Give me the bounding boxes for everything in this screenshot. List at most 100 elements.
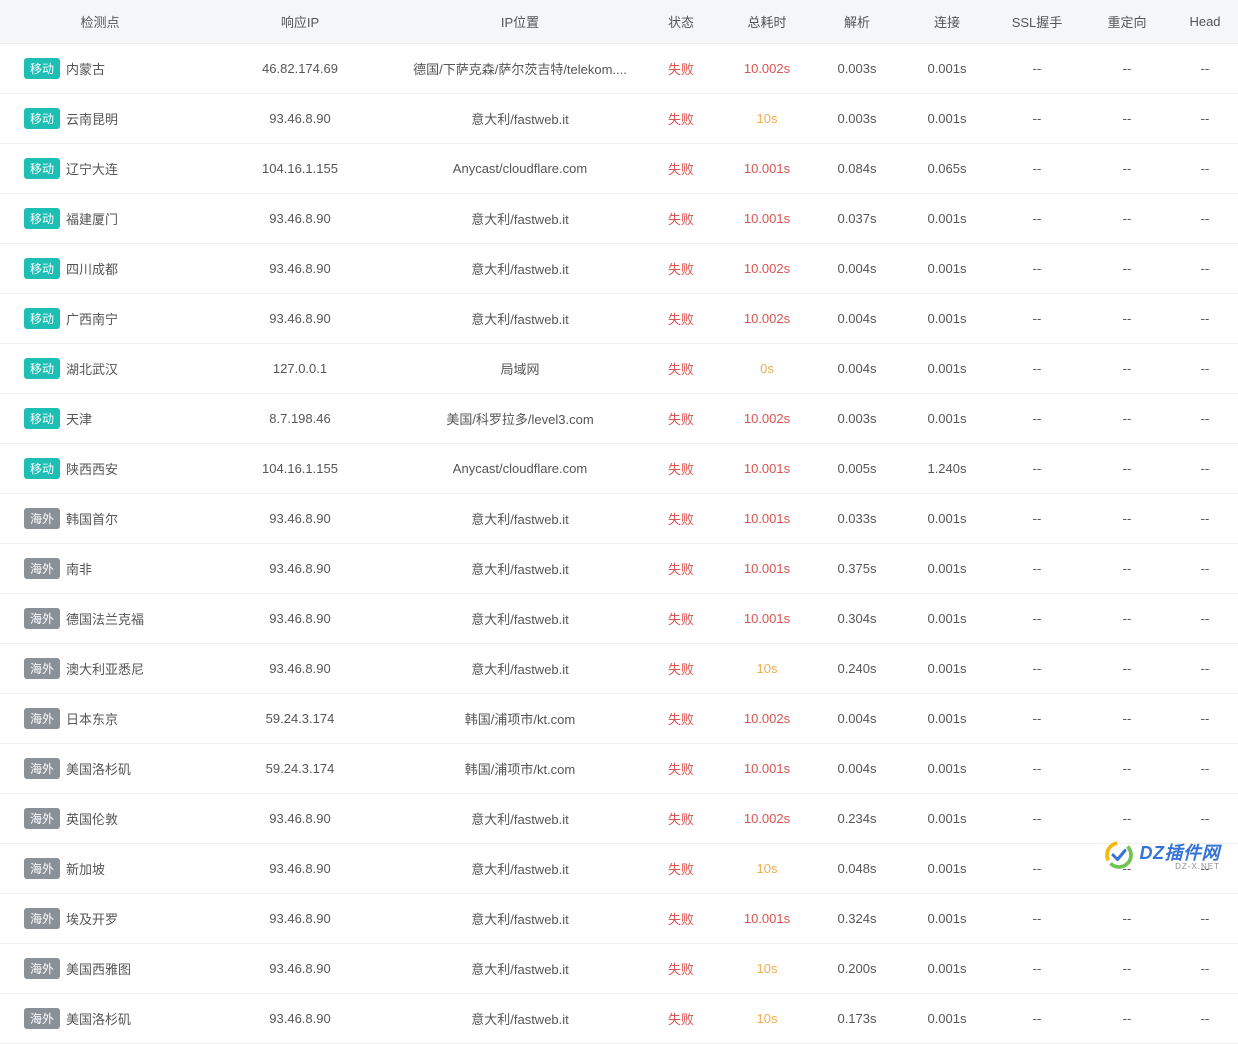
cell-response-ip: 93.46.8.90 [200,994,400,1044]
cell-ip-location: 意大利/fastweb.it [400,194,640,244]
location-text: 天津 [66,412,92,427]
badge-overseas: 海外 [24,608,60,629]
cell-ssl: -- [992,644,1082,694]
col-ssl[interactable]: SSL握手 [992,0,1082,44]
cell-connect: 1.240s [902,444,992,494]
cell-connect: 0.001s [902,94,992,144]
cell-status: 失败 [640,44,722,94]
cell-resolve: 0.200s [812,944,902,994]
cell-head: -- [1172,94,1238,144]
badge-mobile: 移动 [24,308,60,329]
col-total-time[interactable]: 总耗时 [722,0,812,44]
cell-ip-location: 韩国/浦项市/kt.com [400,694,640,744]
cell-redirect: -- [1082,894,1172,944]
cell-status: 失败 [640,394,722,444]
cell-connect: 0.001s [902,944,992,994]
cell-total-time: 10s [722,94,812,144]
cell-status: 失败 [640,994,722,1044]
cell-status: 失败 [640,844,722,894]
cell-checkpoint: 海外美国洛杉矶 [0,744,200,794]
location-text: 四川成都 [66,262,118,277]
cell-ssl: -- [992,444,1082,494]
col-ip-location[interactable]: IP位置 [400,0,640,44]
cell-checkpoint: 海外埃及开罗 [0,894,200,944]
cell-ssl: -- [992,294,1082,344]
cell-head: -- [1172,494,1238,544]
cell-ip-location: 局域网 [400,344,640,394]
cell-resolve: 0.003s [812,394,902,444]
cell-checkpoint: 海外南非 [0,544,200,594]
cell-total-time: 10.001s [722,444,812,494]
table-row: 海外德国法兰克福93.46.8.90意大利/fastweb.it失败10.001… [0,594,1238,644]
cell-status: 失败 [640,794,722,844]
cell-ip-location: 韩国/浦项市/kt.com [400,744,640,794]
cell-status: 失败 [640,94,722,144]
cell-connect: 0.001s [902,594,992,644]
col-status[interactable]: 状态 [640,0,722,44]
table-row: 海外美国西雅图93.46.8.90意大利/fastweb.it失败10s0.20… [0,944,1238,994]
badge-mobile: 移动 [24,158,60,179]
cell-response-ip: 93.46.8.90 [200,944,400,994]
cell-connect: 0.001s [902,744,992,794]
col-resolve[interactable]: 解析 [812,0,902,44]
cell-redirect: -- [1082,294,1172,344]
cell-total-time: 10.001s [722,194,812,244]
cell-checkpoint: 移动辽宁大连 [0,144,200,194]
cell-ssl: -- [992,144,1082,194]
cell-resolve: 0.004s [812,344,902,394]
cell-response-ip: 104.16.1.155 [200,144,400,194]
col-head[interactable]: Head [1172,0,1238,44]
table-row: 移动内蒙古46.82.174.69德国/下萨克森/萨尔茨吉特/telekom..… [0,44,1238,94]
cell-status: 失败 [640,144,722,194]
cell-ip-location: 意大利/fastweb.it [400,644,640,694]
cell-status: 失败 [640,294,722,344]
location-text: 美国洛杉矶 [66,1012,131,1027]
cell-head: -- [1172,144,1238,194]
cell-status: 失败 [640,594,722,644]
cell-checkpoint: 移动湖北武汉 [0,344,200,394]
col-response-ip[interactable]: 响应IP [200,0,400,44]
cell-ip-location: 德国/下萨克森/萨尔茨吉特/telekom.... [400,44,640,94]
cell-redirect: -- [1082,394,1172,444]
badge-overseas: 海外 [24,958,60,979]
location-text: 云南昆明 [66,112,118,127]
col-redirect[interactable]: 重定向 [1082,0,1172,44]
col-connect[interactable]: 连接 [902,0,992,44]
cell-ip-location: 意大利/fastweb.it [400,794,640,844]
cell-response-ip: 93.46.8.90 [200,494,400,544]
cell-ssl: -- [992,694,1082,744]
cell-total-time: 10.001s [722,594,812,644]
results-table: 检测点 响应IP IP位置 状态 总耗时 解析 连接 SSL握手 重定向 Hea… [0,0,1238,1044]
cell-response-ip: 93.46.8.90 [200,844,400,894]
cell-ip-location: 美国/科罗拉多/level3.com [400,394,640,444]
cell-ip-location: 意大利/fastweb.it [400,494,640,544]
cell-ip-location: 意大利/fastweb.it [400,894,640,944]
cell-status: 失败 [640,694,722,744]
table-row: 移动陕西西安104.16.1.155Anycast/cloudflare.com… [0,444,1238,494]
cell-checkpoint: 海外德国法兰克福 [0,594,200,644]
table-row: 移动广西南宁93.46.8.90意大利/fastweb.it失败10.002s0… [0,294,1238,344]
cell-head: -- [1172,594,1238,644]
location-text: 湖北武汉 [66,362,118,377]
location-text: 美国洛杉矶 [66,762,131,777]
cell-head: -- [1172,994,1238,1044]
cell-response-ip: 93.46.8.90 [200,244,400,294]
cell-resolve: 0.004s [812,744,902,794]
cell-checkpoint: 移动陕西西安 [0,444,200,494]
cell-status: 失败 [640,944,722,994]
table-row: 海外韩国首尔93.46.8.90意大利/fastweb.it失败10.001s0… [0,494,1238,544]
cell-head: -- [1172,394,1238,444]
cell-ssl: -- [992,44,1082,94]
cell-ip-location: 意大利/fastweb.it [400,844,640,894]
cell-redirect: -- [1082,444,1172,494]
col-checkpoint[interactable]: 检测点 [0,0,200,44]
cell-ssl: -- [992,94,1082,144]
cell-total-time: 10s [722,844,812,894]
cell-ip-location: 意大利/fastweb.it [400,294,640,344]
cell-connect: 0.001s [902,794,992,844]
location-text: 美国西雅图 [66,962,131,977]
cell-resolve: 0.004s [812,244,902,294]
cell-connect: 0.001s [902,194,992,244]
cell-head: -- [1172,544,1238,594]
cell-response-ip: 46.82.174.69 [200,44,400,94]
